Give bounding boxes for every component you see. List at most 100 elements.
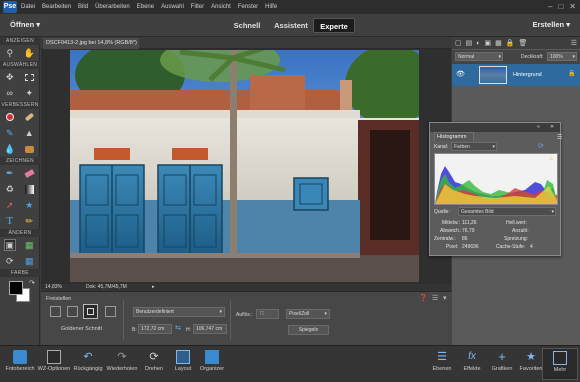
width-field[interactable]: 172,72 cm <box>138 324 172 334</box>
tool-options-bar: Freistellen Goldener Schnitt Benutzerdef… <box>41 291 452 345</box>
menu-auswahl[interactable]: Auswahl <box>161 4 184 10</box>
menu-hilfe[interactable]: Hilfe <box>265 4 277 10</box>
marquee-tool-icon[interactable] <box>23 71 35 83</box>
more-button[interactable]: Mehr <box>542 348 578 380</box>
panel-menu-icon[interactable]: ☰ <box>571 39 577 47</box>
eye-icon[interactable]: 👁 <box>456 70 465 78</box>
canvas-area[interactable] <box>41 49 451 284</box>
count-label: Anzahl: <box>512 228 529 234</box>
eraser-tool-icon[interactable] <box>23 167 35 179</box>
minimize-icon[interactable]: – <box>548 2 552 11</box>
lasso-tool-icon[interactable]: ∞ <box>4 87 16 99</box>
menu-ebene[interactable]: Ebene <box>137 4 154 10</box>
grid-none-icon[interactable] <box>50 306 61 317</box>
chevron-down-icon: ▾ <box>566 20 570 29</box>
histogram-tab[interactable]: Histogramm <box>434 132 474 141</box>
chevron-right-icon[interactable]: ▸ <box>152 284 155 291</box>
recompose-tool-icon[interactable]: ▦ <box>23 239 35 251</box>
mirror-button[interactable]: Spiegeln <box>288 325 329 335</box>
move-tool-icon[interactable]: ✥ <box>4 71 16 83</box>
preset-select[interactable]: Benutzerdefiniert ▾ <box>133 307 225 317</box>
clone-stamp-tool-icon[interactable]: ▲ <box>23 127 35 139</box>
divider <box>230 300 231 340</box>
swap-colors-icon[interactable]: ↷ <box>29 279 35 287</box>
gradient-tool-icon[interactable] <box>23 183 35 195</box>
foreground-color-swatch[interactable] <box>9 281 23 295</box>
zoom-readout[interactable]: 14,83% <box>45 284 62 291</box>
panel-menu-icon[interactable]: ☰ <box>557 134 562 141</box>
hand-tool-icon[interactable]: ✋ <box>23 47 35 59</box>
layer-thumbnail <box>479 66 507 84</box>
straighten-tool-icon[interactable]: ▦ <box>23 255 35 267</box>
zoom-tool-icon[interactable]: ⚲ <box>4 47 16 59</box>
menu-bild[interactable]: Bild <box>78 4 88 10</box>
rotate-icon: ⟳ <box>149 351 159 363</box>
blend-mode-select[interactable]: Normal ▾ <box>455 52 503 61</box>
histogram-graph <box>434 153 558 205</box>
quick-selection-tool-icon[interactable]: ✦ <box>23 87 35 99</box>
collapse-icon[interactable]: « <box>537 124 540 130</box>
grid-thirds-icon[interactable] <box>67 306 78 317</box>
content-aware-move-tool-icon[interactable]: ⟳ <box>4 255 16 267</box>
height-field[interactable]: 106,747 cm <box>193 324 227 334</box>
swap-dimensions-icon[interactable]: ⇆ <box>175 324 181 332</box>
golden-ratio-icon[interactable] <box>83 304 98 319</box>
pencil-tool-icon[interactable]: ✏ <box>23 215 35 227</box>
source-select[interactable]: Gesamtes Bild ▾ <box>458 207 556 216</box>
menu-datei[interactable]: Datei <box>21 4 35 10</box>
red-eye-tool-icon[interactable] <box>4 111 16 123</box>
doc-size: Dok: 45,7M/45,7M <box>86 284 127 290</box>
undo-icon: ↶ <box>83 351 93 363</box>
crop-tool-icon[interactable]: ▣ <box>3 239 16 251</box>
mask-icon[interactable]: ▣ <box>484 39 491 47</box>
layer-name[interactable]: Hintergrund <box>513 72 542 78</box>
create-button[interactable]: Erstellen ▾ <box>532 20 570 29</box>
tab-experte[interactable]: Experte <box>313 18 355 33</box>
adjustment-layer-icon[interactable]: ◐ <box>476 40 480 47</box>
blur-tool-icon[interactable]: 💧 <box>4 143 16 155</box>
options-menu-icon[interactable]: ☰ <box>432 294 438 302</box>
photo-image[interactable] <box>70 50 419 282</box>
resolution-unit-select[interactable]: Pixel/Zoll ▾ <box>286 309 330 319</box>
spot-healing-tool-icon[interactable] <box>23 111 35 123</box>
close-icon[interactable]: ✕ <box>550 124 554 130</box>
layer-row-background[interactable]: 👁 Hintergrund 🔒 <box>452 64 580 86</box>
opacity-field[interactable]: 100% ▾ <box>547 52 577 61</box>
cache-level-value: 4 <box>530 244 533 250</box>
redo-icon: ↷ <box>117 351 127 363</box>
tab-schnell[interactable]: Schnell <box>232 18 262 33</box>
refresh-icon[interactable]: ⟳ <box>538 142 544 150</box>
smart-brush-tool-icon[interactable]: ✎ <box>4 127 16 139</box>
lock-transparency-icon[interactable]: ▦ <box>495 39 502 47</box>
menu-ansicht[interactable]: Ansicht <box>211 4 231 10</box>
organizer-button[interactable]: Organizer <box>192 350 232 372</box>
resolution-field[interactable]: 72 <box>256 309 279 319</box>
channel-select[interactable]: Farben ▾ <box>451 142 497 151</box>
eyedropper-tool-icon[interactable]: ➚ <box>4 199 16 211</box>
maximize-icon[interactable]: □ <box>558 2 563 11</box>
shape-tool-icon[interactable]: ★ <box>23 199 35 211</box>
new-group-icon[interactable]: ▤ <box>466 39 473 47</box>
document-tab[interactable]: DSCF0413-2.jpg bei 14,8% (RGB/8*) × <box>43 38 139 57</box>
close-icon[interactable]: ✕ <box>569 2 576 11</box>
menu-bearbeiten[interactable]: Bearbeiten <box>42 4 71 10</box>
trash-icon[interactable]: 🗑 <box>518 39 527 47</box>
tab-assistent[interactable]: Assistent <box>271 18 311 33</box>
brush-tool-icon[interactable]: ✒ <box>4 167 16 179</box>
paint-bucket-tool-icon[interactable]: ♻ <box>4 183 16 195</box>
menu-ueberarbeiten[interactable]: Überarbeiten <box>95 4 130 10</box>
text-tool-icon[interactable]: T <box>4 215 16 227</box>
open-button[interactable]: Öffnen ▾ <box>10 20 40 29</box>
sponge-tool-icon[interactable] <box>23 143 35 155</box>
cache-level-label: Cache-Stufe: <box>496 244 526 250</box>
warning-icon[interactable]: ⚠ <box>549 156 553 162</box>
grid-overlay-icon[interactable] <box>105 306 116 317</box>
menu-fenster[interactable]: Fenster <box>238 4 258 10</box>
menu-filter[interactable]: Filter <box>191 4 204 10</box>
help-icon[interactable]: ❓ <box>419 294 428 302</box>
new-layer-icon[interactable]: ▢ <box>455 39 462 47</box>
histogram-header[interactable]: « ✕ <box>430 123 560 132</box>
lock-icon[interactable]: 🔒 <box>506 39 515 47</box>
app-logo: Pse <box>3 1 17 13</box>
collapse-icon[interactable]: ▾ <box>443 294 447 302</box>
